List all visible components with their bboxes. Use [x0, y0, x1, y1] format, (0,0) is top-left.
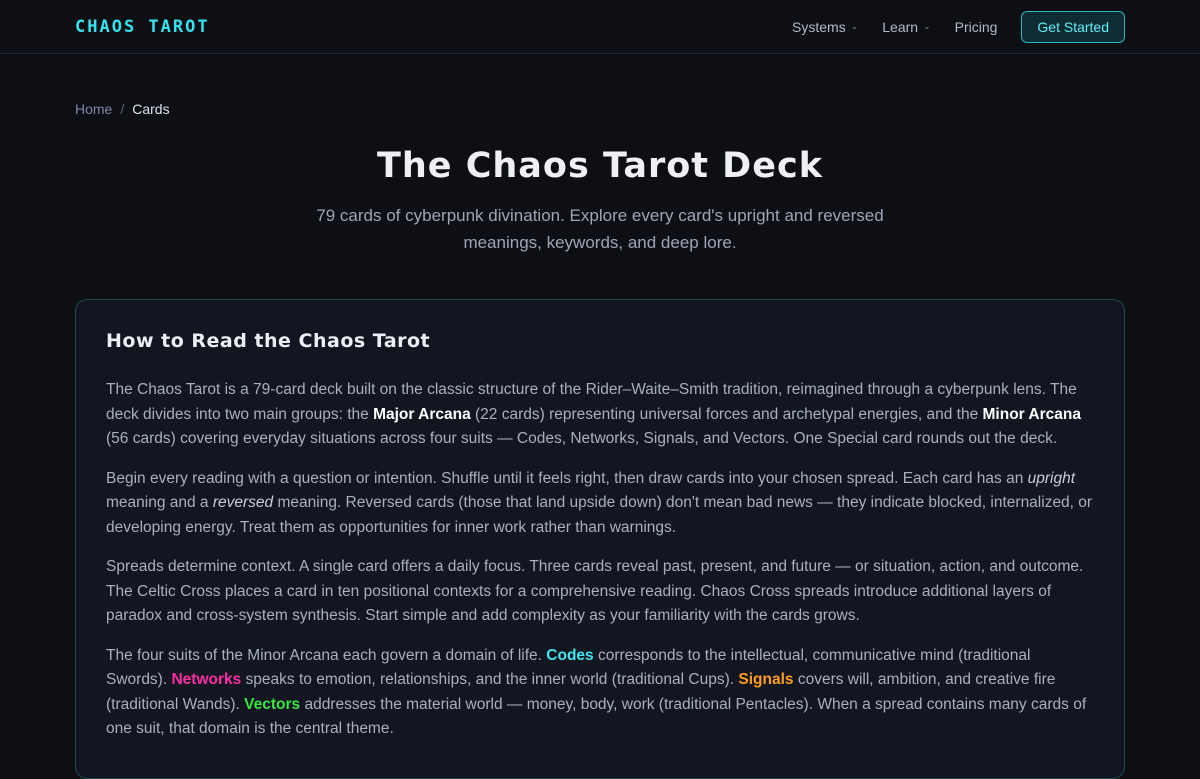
guide-text: speaks to emotion, relationships, and th…: [241, 671, 739, 688]
guide-text: (22 cards) representing universal forces…: [470, 405, 983, 423]
reading-guide-panel: How to Read the Chaos Tarot The Chaos Ta…: [75, 299, 1125, 779]
brand-logo[interactable]: CHAOS TAROT: [75, 17, 210, 37]
breadcrumb-separator: /: [120, 101, 125, 117]
suit-signals-link[interactable]: Signals: [738, 671, 793, 688]
guide-text: The four suits of the Minor Arcana each …: [106, 646, 547, 664]
guide-paragraph-reading: Begin every reading with a question or i…: [106, 467, 1094, 541]
major-arcana-term: Major Arcana: [373, 405, 471, 423]
get-started-button[interactable]: Get Started: [1021, 10, 1125, 43]
breadcrumb-home-link[interactable]: Home: [75, 101, 112, 117]
main-nav: Systems ⌄ Learn ⌄ Pricing Get Started: [768, 10, 1125, 43]
guide-text: meaning and a: [106, 494, 213, 511]
guide-text: (56 cards) covering everyday situations …: [106, 430, 1058, 447]
chevron-down-icon: ⌄: [850, 21, 859, 31]
guide-paragraph-spreads: Spreads determine context. A single card…: [106, 558, 1084, 624]
guide-paragraph-suits: The four suits of the Minor Arcana each …: [106, 644, 1094, 742]
nav-systems[interactable]: Systems ⌄: [792, 19, 858, 35]
chevron-down-icon: ⌄: [923, 21, 931, 31]
suit-networks-link[interactable]: Networks: [171, 671, 241, 688]
page-title: The Chaos Tarot Deck: [376, 146, 823, 186]
page-subtitle: 79 cards of cyberpunk divination. Explor…: [316, 206, 884, 252]
guide-text: Begin every reading with a question or i…: [106, 469, 1028, 487]
nav-learn[interactable]: Learn ⌄: [882, 19, 930, 35]
reversed-term: reversed: [212, 494, 274, 511]
breadcrumb-current: Cards: [132, 101, 170, 117]
top-navbar: CHAOS TAROT Systems ⌄ Learn ⌄ Pricing Ge…: [0, 0, 1200, 54]
upright-term: upright: [1027, 469, 1076, 487]
nav-pricing[interactable]: Pricing: [955, 19, 998, 35]
minor-arcana-term: Minor Arcana: [982, 405, 1081, 423]
guide-paragraph-structure: The Chaos Tarot is a 79-card deck built …: [106, 378, 1094, 452]
nav-pricing-label: Pricing: [954, 18, 998, 35]
breadcrumb: Home / Cards: [75, 101, 170, 117]
suit-codes-link[interactable]: Codes: [546, 647, 593, 664]
suit-vectors-link[interactable]: Vectors: [244, 696, 300, 713]
guide-title: How to Read the Chaos Tarot: [106, 330, 431, 352]
nav-learn-label: Learn: [882, 18, 919, 35]
nav-systems-label: Systems: [792, 18, 846, 35]
